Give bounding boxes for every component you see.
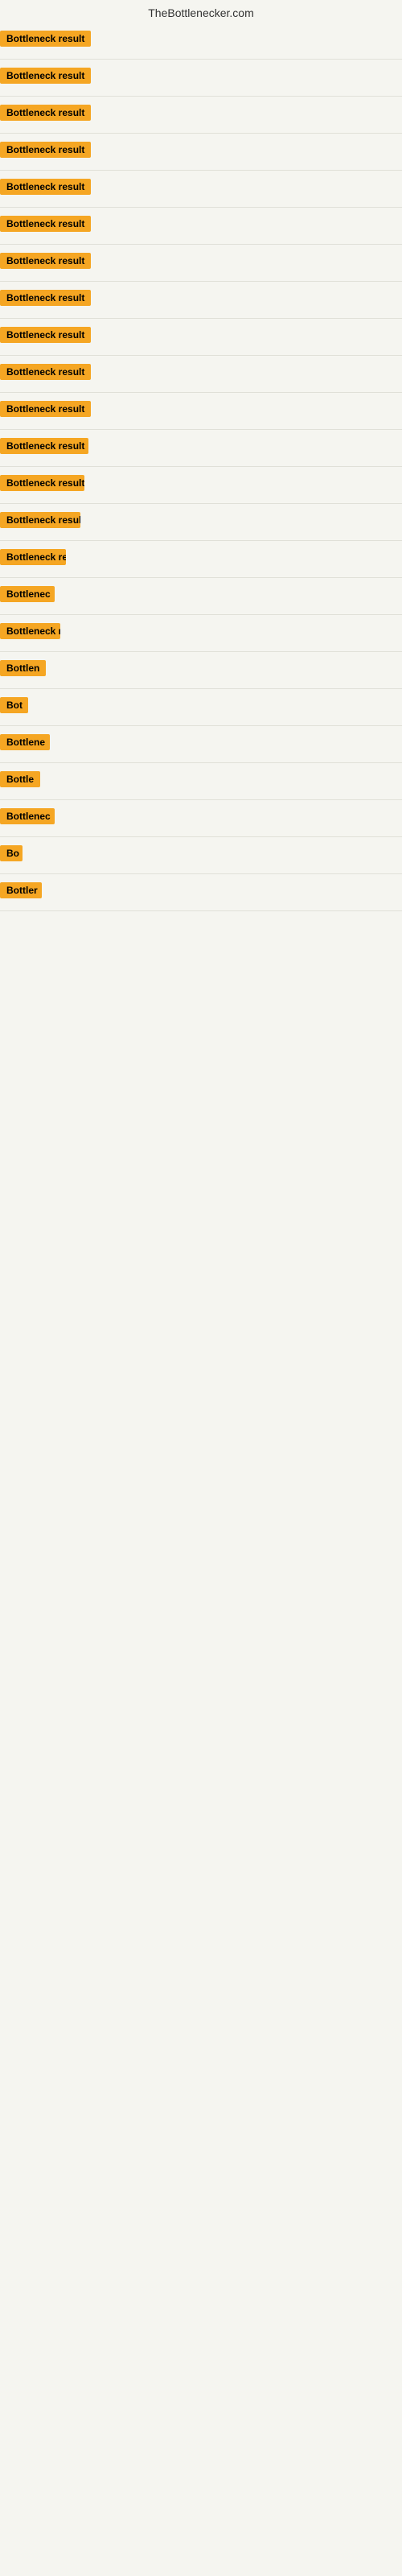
bottleneck-badge[interactable]: Bottleneck re <box>0 549 66 565</box>
bottleneck-badge[interactable]: Bottleneck result <box>0 475 84 491</box>
bottleneck-item[interactable]: Bot <box>0 689 402 726</box>
bottleneck-item[interactable]: Bottleneck result <box>0 60 402 97</box>
bottleneck-item[interactable]: Bottleneck result <box>0 171 402 208</box>
bottleneck-badge[interactable]: Bottleneck result <box>0 179 91 195</box>
items-container: Bottleneck result Bottleneck result Bottle… <box>0 23 402 911</box>
bottleneck-item[interactable]: Bottleneck result <box>0 430 402 467</box>
bottleneck-item[interactable]: Bottleneck result <box>0 282 402 319</box>
bottleneck-badge[interactable]: Bottleneck r <box>0 623 60 639</box>
bottleneck-item[interactable]: Bo <box>0 837 402 874</box>
bottleneck-badge[interactable]: Bottleneck result <box>0 290 91 306</box>
bottleneck-badge[interactable]: Bottle <box>0 771 40 787</box>
bottleneck-badge[interactable]: Bottleneck result <box>0 512 80 528</box>
bottleneck-badge[interactable]: Bottleneck result <box>0 253 91 269</box>
bottleneck-badge[interactable]: Bottleneck result <box>0 105 91 121</box>
bottleneck-badge[interactable]: Bottleneck result <box>0 327 91 343</box>
bottleneck-badge[interactable]: Bottleneck result <box>0 31 91 47</box>
bottleneck-item[interactable]: Bottleneck result <box>0 134 402 171</box>
bottleneck-badge[interactable]: Bottlenec <box>0 586 55 602</box>
bottleneck-badge[interactable]: Bo <box>0 845 23 861</box>
bottleneck-badge[interactable]: Bottleneck result <box>0 438 88 454</box>
bottleneck-badge[interactable]: Bottleneck result <box>0 142 91 158</box>
bottleneck-item[interactable]: Bottleneck re <box>0 541 402 578</box>
bottleneck-item[interactable]: Bottler <box>0 874 402 911</box>
bottleneck-item[interactable]: Bottleneck r <box>0 615 402 652</box>
bottleneck-item[interactable]: Bottlen <box>0 652 402 689</box>
bottleneck-badge[interactable]: Bottleneck result <box>0 68 91 84</box>
bottleneck-badge[interactable]: Bottlene <box>0 734 50 750</box>
site-title: TheBottlenecker.com <box>0 0 402 23</box>
bottleneck-item[interactable]: Bottleneck result <box>0 23 402 60</box>
bottleneck-item[interactable]: Bottleneck result <box>0 208 402 245</box>
bottleneck-item[interactable]: Bottleneck result <box>0 393 402 430</box>
bottleneck-badge[interactable]: Bottleneck result <box>0 401 91 417</box>
bottleneck-item[interactable]: Bottlene <box>0 726 402 763</box>
bottleneck-item[interactable]: Bottleneck result <box>0 356 402 393</box>
bottleneck-item[interactable]: Bottleneck result <box>0 97 402 134</box>
bottleneck-item[interactable]: Bottleneck result <box>0 467 402 504</box>
bottleneck-badge[interactable]: Bottleneck result <box>0 364 91 380</box>
bottleneck-badge[interactable]: Bottleneck result <box>0 216 91 232</box>
bottleneck-item[interactable]: Bottleneck result <box>0 319 402 356</box>
bottleneck-badge[interactable]: Bottlenec <box>0 808 55 824</box>
bottleneck-item[interactable]: Bottleneck result <box>0 504 402 541</box>
bottleneck-badge[interactable]: Bottler <box>0 882 42 898</box>
bottleneck-item[interactable]: Bottle <box>0 763 402 800</box>
bottleneck-badge[interactable]: Bot <box>0 697 28 713</box>
bottleneck-badge[interactable]: Bottlen <box>0 660 46 676</box>
bottleneck-item[interactable]: Bottlenec <box>0 578 402 615</box>
bottleneck-item[interactable]: Bottleneck result <box>0 245 402 282</box>
bottleneck-item[interactable]: Bottlenec <box>0 800 402 837</box>
